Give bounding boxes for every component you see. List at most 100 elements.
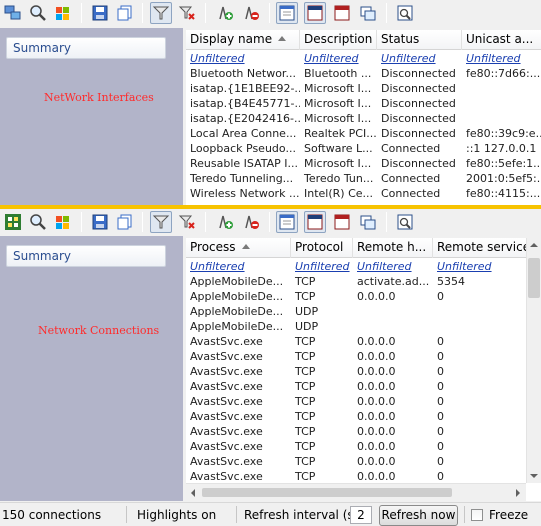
add-icon[interactable] [214,211,236,233]
network-computers-icon[interactable] [2,2,24,24]
table-row[interactable]: AvastSvc.exe TCP 0.0.0.0 0 [186,409,526,424]
column-header-description[interactable]: Description [300,30,377,50]
filter-link[interactable]: Unfiltered [377,51,462,66]
table-row[interactable]: AvastSvc.exe TCP 0.0.0.0 0 [186,424,526,439]
horizontal-scroll-thumb[interactable] [202,488,452,497]
search-icon[interactable] [27,2,49,24]
column-header-protocol[interactable]: Protocol [291,238,353,258]
refresh-now-button[interactable]: Refresh now [379,505,458,526]
table-row[interactable]: AppleMobileDe... TCP activate.ad... 5354 [186,274,526,289]
single-pane-icon[interactable] [276,2,298,24]
table-row[interactable]: Teredo Tunneling... Teredo Tun... Connecte… [186,171,541,186]
scroll-up-icon[interactable] [530,243,538,247]
find-window-icon[interactable] [394,2,416,24]
interfaces-table-header: Display name Description Status Unicast … [186,30,541,50]
scroll-left-icon[interactable] [191,489,195,497]
table-row[interactable]: AvastSvc.exe TCP 0.0.0.0 0 [186,349,526,364]
table-cell: 0 [437,335,444,348]
table-cell: Disconnected [381,157,456,170]
table-row[interactable]: Wireless Network ... Intel(R) Ce... Connec… [186,186,541,201]
remove-icon[interactable] [240,2,262,24]
filter-link[interactable]: Unfiltered [462,51,541,66]
add-icon[interactable] [214,2,236,24]
table-cell: AvastSvc.exe [190,470,263,483]
table-cell: Connected [381,172,441,185]
table-cell [462,81,541,96]
table-cell: 0 [437,395,444,408]
two-windows-icon[interactable] [357,2,379,24]
single-pane-icon[interactable] [276,211,298,233]
copy-window-icon[interactable] [114,2,136,24]
table-row[interactable]: AvastSvc.exe TCP 0.0.0.0 0 [186,394,526,409]
table-row[interactable]: Bluetooth Networ... Bluetooth ... Disconne… [186,66,541,81]
windows-flag-icon[interactable] [52,2,74,24]
table-cell: Connected [381,187,441,200]
copy-window-icon[interactable] [114,211,136,233]
filter-link[interactable]: Unfiltered [186,51,300,66]
filter-link[interactable]: Unfiltered [186,259,291,274]
table-cell: AppleMobileDe... [190,320,284,333]
clear-filter-icon[interactable] [176,2,198,24]
top-pane-icon[interactable] [304,211,326,233]
two-windows-icon[interactable] [357,211,379,233]
table-row[interactable]: Loopback Pseudo... Software L... Connected… [186,141,541,156]
vertical-scrollbar[interactable] [526,238,541,483]
table-row[interactable]: AvastSvc.exe TCP 0.0.0.0 0 [186,364,526,379]
table-cell: TCP [295,365,316,378]
bottom-pane-icon[interactable] [331,211,353,233]
table-row[interactable]: AvastSvc.exe TCP 0.0.0.0 0 [186,454,526,469]
save-icon[interactable] [89,2,111,24]
search-icon[interactable] [27,211,49,233]
table-row[interactable]: AppleMobileDe... UDP [186,319,526,334]
table-cell: AvastSvc.exe [190,440,263,453]
filter-link[interactable]: Unfiltered [300,51,377,66]
remove-icon[interactable] [240,211,262,233]
table-cell [353,319,433,334]
filter-icon[interactable] [150,211,172,233]
connections-icon[interactable] [2,211,24,233]
windows-flag-icon[interactable] [52,211,74,233]
table-row[interactable]: isatap.{B4E45771-... Microsoft I... Discon… [186,96,541,111]
connections-summary-tab[interactable]: Summary [6,245,166,267]
table-row[interactable]: isatap.{1E1BEE92-... Microsoft I... Discon… [186,81,541,96]
table-row[interactable]: AvastSvc.exe TCP 0.0.0.0 0 [186,334,526,349]
table-row[interactable]: AppleMobileDe... UDP [186,304,526,319]
column-header-remote-host[interactable]: Remote h... [353,238,433,258]
filter-icon[interactable] [150,2,172,24]
interfaces-summary-tab[interactable]: Summary [6,37,166,59]
filter-link[interactable]: Unfiltered [433,259,526,274]
table-row[interactable]: Local Area Conne... Realtek PCI... Disconn… [186,126,541,141]
refresh-interval-input[interactable]: 2 [350,506,372,524]
column-header-remote-service[interactable]: Remote service [433,238,526,258]
table-row[interactable]: isatap.{E2042416-... Microsoft I... Discon… [186,111,541,126]
table-cell: 0.0.0.0 [357,290,396,303]
scroll-down-icon[interactable] [530,474,538,478]
column-header-display-name[interactable]: Display name [186,30,300,50]
table-cell: ::1 127.0.0.1 [466,142,537,155]
table-row[interactable]: AvastSvc.exe TCP 0.0.0.0 0 [186,439,526,454]
table-cell: AvastSvc.exe [190,380,263,393]
save-icon[interactable] [89,211,111,233]
table-cell: activate.ad... [357,275,430,288]
table-cell: 5354 [437,275,465,288]
bottom-pane-icon[interactable] [331,2,353,24]
filter-link[interactable]: Unfiltered [353,259,433,274]
top-pane-icon[interactable] [304,2,326,24]
column-header-status[interactable]: Status [377,30,462,50]
bottom-toolbar [0,209,541,235]
find-window-icon[interactable] [394,211,416,233]
table-cell: Intel(R) Ce... [304,187,374,200]
table-row[interactable]: AppleMobileDe... TCP 0.0.0.0 0 [186,289,526,304]
table-row[interactable]: Reusable ISATAP I... Microsoft I... Discon… [186,156,541,171]
column-header-process[interactable]: Process [186,238,291,258]
table-row[interactable]: AvastSvc.exe TCP 0.0.0.0 0 [186,379,526,394]
freeze-checkbox[interactable] [471,509,483,521]
clear-filter-icon[interactable] [176,211,198,233]
filter-link[interactable]: Unfiltered [291,259,353,274]
table-cell [433,304,526,319]
scroll-right-icon[interactable] [516,489,520,497]
vertical-scroll-thumb[interactable] [528,258,540,298]
horizontal-scrollbar[interactable] [186,483,526,501]
table-row[interactable]: AvastSvc.exe TCP 0.0.0.0 0 [186,469,526,484]
column-header-unicast[interactable]: Unicast a... [462,30,541,50]
